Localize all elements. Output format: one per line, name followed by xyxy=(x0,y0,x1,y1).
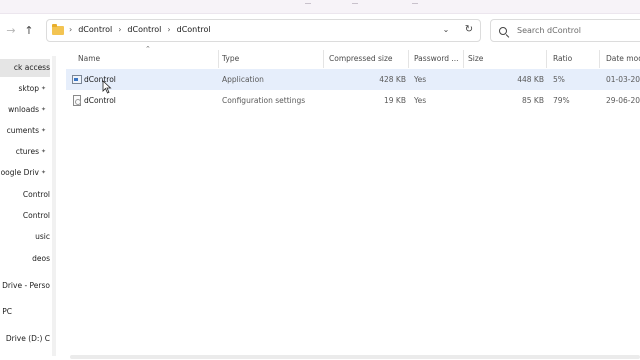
toolbar-edge xyxy=(412,0,418,4)
column-header-compressed-size[interactable]: Compressed size xyxy=(329,48,409,70)
config-file-icon xyxy=(73,95,81,106)
column-header-ratio[interactable]: Ratio xyxy=(553,48,598,70)
sidebar-item-label: Control xyxy=(22,211,50,220)
pin-icon: ✦ xyxy=(40,127,47,134)
breadcrumb-item[interactable]: dControl xyxy=(177,25,211,34)
sidebar-item-label: ctures xyxy=(15,147,39,156)
navigation-pane: ck access sktop ✦ wnloads ✦ cuments ✦ ct… xyxy=(0,56,50,360)
chevron-right-icon: › xyxy=(69,25,73,34)
sidebar-item-label: wnloads xyxy=(8,105,39,114)
column-divider[interactable] xyxy=(599,50,600,68)
column-divider[interactable] xyxy=(408,50,409,68)
file-date-modified: 01-03-202 xyxy=(606,75,640,84)
sidebar-item-label: Drive (D:) C xyxy=(5,334,50,343)
file-type: Configuration settings xyxy=(222,96,306,105)
sidebar-item-music[interactable]: usic xyxy=(0,228,50,246)
address-actions: ⌄ ↻ xyxy=(440,20,480,41)
breadcrumb: › dControl › dControl › dControl xyxy=(69,25,211,34)
column-header-password[interactable]: Password ... xyxy=(414,48,464,70)
sidebar-item-quick-access[interactable]: ck access xyxy=(0,59,50,77)
sidebar-item-downloads[interactable]: wnloads ✦ xyxy=(0,101,50,119)
pin-icon: ✦ xyxy=(40,169,47,176)
pin-icon: ✦ xyxy=(40,148,47,155)
toolbar-edge xyxy=(352,0,358,4)
sidebar-item-drive-d[interactable]: Drive (D:) C xyxy=(0,330,50,348)
sidebar-item-videos[interactable]: deos xyxy=(0,250,50,268)
sidebar-item-dcontrol[interactable]: Control xyxy=(0,186,50,204)
sidebar-item-dcontrol[interactable]: Control xyxy=(0,207,50,225)
sidebar-item-desktop[interactable]: sktop ✦ xyxy=(0,80,50,98)
column-divider[interactable] xyxy=(218,50,219,68)
column-header-row: ⌃ Name Type Compressed size Password ...… xyxy=(58,45,640,70)
sidebar-item-onedrive[interactable]: Drive - Perso xyxy=(0,277,50,295)
chevron-right-icon[interactable]: › xyxy=(118,25,121,34)
sidebar-item-google-drive[interactable]: oogle Driv ✦ xyxy=(0,164,50,182)
file-password: Yes xyxy=(414,96,427,105)
file-date-modified: 29-06-202 xyxy=(606,96,640,105)
file-type: Application xyxy=(222,75,264,84)
column-divider[interactable] xyxy=(463,50,464,68)
file-compressed-size: 428 KB xyxy=(379,75,406,84)
chevron-right-icon[interactable]: › xyxy=(167,25,170,34)
toolbar-edge xyxy=(305,0,311,4)
column-header-type[interactable]: Type xyxy=(222,48,322,70)
file-size: 85 KB xyxy=(522,96,544,105)
breadcrumb-item[interactable]: dControl xyxy=(127,25,161,34)
file-row[interactable]: dControl Configuration settings 19 KB Ye… xyxy=(66,90,640,111)
file-ratio: 79% xyxy=(553,96,570,105)
search-icon xyxy=(499,27,507,35)
forward-icon[interactable]: → xyxy=(4,24,18,38)
column-header-size[interactable]: Size xyxy=(468,48,548,70)
sidebar-item-this-pc[interactable]: PC xyxy=(0,303,50,321)
address-bar[interactable]: › dControl › dControl › dControl ⌄ ↻ xyxy=(46,19,481,42)
sidebar-item-label: Drive - Perso xyxy=(2,281,50,290)
file-size: 448 KB xyxy=(517,75,544,84)
search-input[interactable]: Search dControl xyxy=(517,26,581,35)
sidebar-item-label: ck access xyxy=(13,63,50,72)
sidebar-item-label: PC xyxy=(2,307,12,316)
sidebar-item-label: usic xyxy=(35,232,50,241)
column-header-name[interactable]: Name xyxy=(78,48,218,70)
sidebar-item-label: deos xyxy=(32,254,50,263)
pin-icon: ✦ xyxy=(40,85,47,92)
file-row[interactable]: dControl Application 428 KB Yes 448 KB 5… xyxy=(66,69,640,90)
sidebar-item-label: cuments xyxy=(6,126,39,135)
pane-splitter[interactable] xyxy=(52,56,56,356)
sidebar-item-label: Control xyxy=(22,190,50,199)
sidebar-item-documents[interactable]: cuments ✦ xyxy=(0,122,50,140)
column-divider[interactable] xyxy=(546,50,547,68)
file-ratio: 5% xyxy=(553,75,565,84)
horizontal-scrollbar[interactable] xyxy=(70,355,640,359)
file-compressed-size: 19 KB xyxy=(384,96,406,105)
file-password: Yes xyxy=(414,75,427,84)
refresh-icon[interactable]: ↻ xyxy=(462,23,476,37)
sidebar-item-label: sktop xyxy=(18,84,39,93)
sidebar-item-label: oogle Driv xyxy=(0,168,39,177)
toolbar-strip xyxy=(0,0,640,14)
column-divider[interactable] xyxy=(323,50,324,68)
application-icon xyxy=(72,75,82,84)
pin-icon: ✦ xyxy=(40,106,47,113)
column-header-date-modified[interactable]: Date mod xyxy=(606,48,640,70)
chevron-down-icon[interactable]: ⌄ xyxy=(440,24,452,36)
search-box[interactable]: Search dControl xyxy=(490,19,640,42)
up-arrow-icon[interactable]: ↑ xyxy=(22,24,36,38)
folder-icon xyxy=(52,24,64,35)
breadcrumb-item[interactable]: dControl xyxy=(78,25,112,34)
sidebar-item-pictures[interactable]: ctures ✦ xyxy=(0,143,50,161)
mouse-cursor-icon xyxy=(102,80,112,94)
